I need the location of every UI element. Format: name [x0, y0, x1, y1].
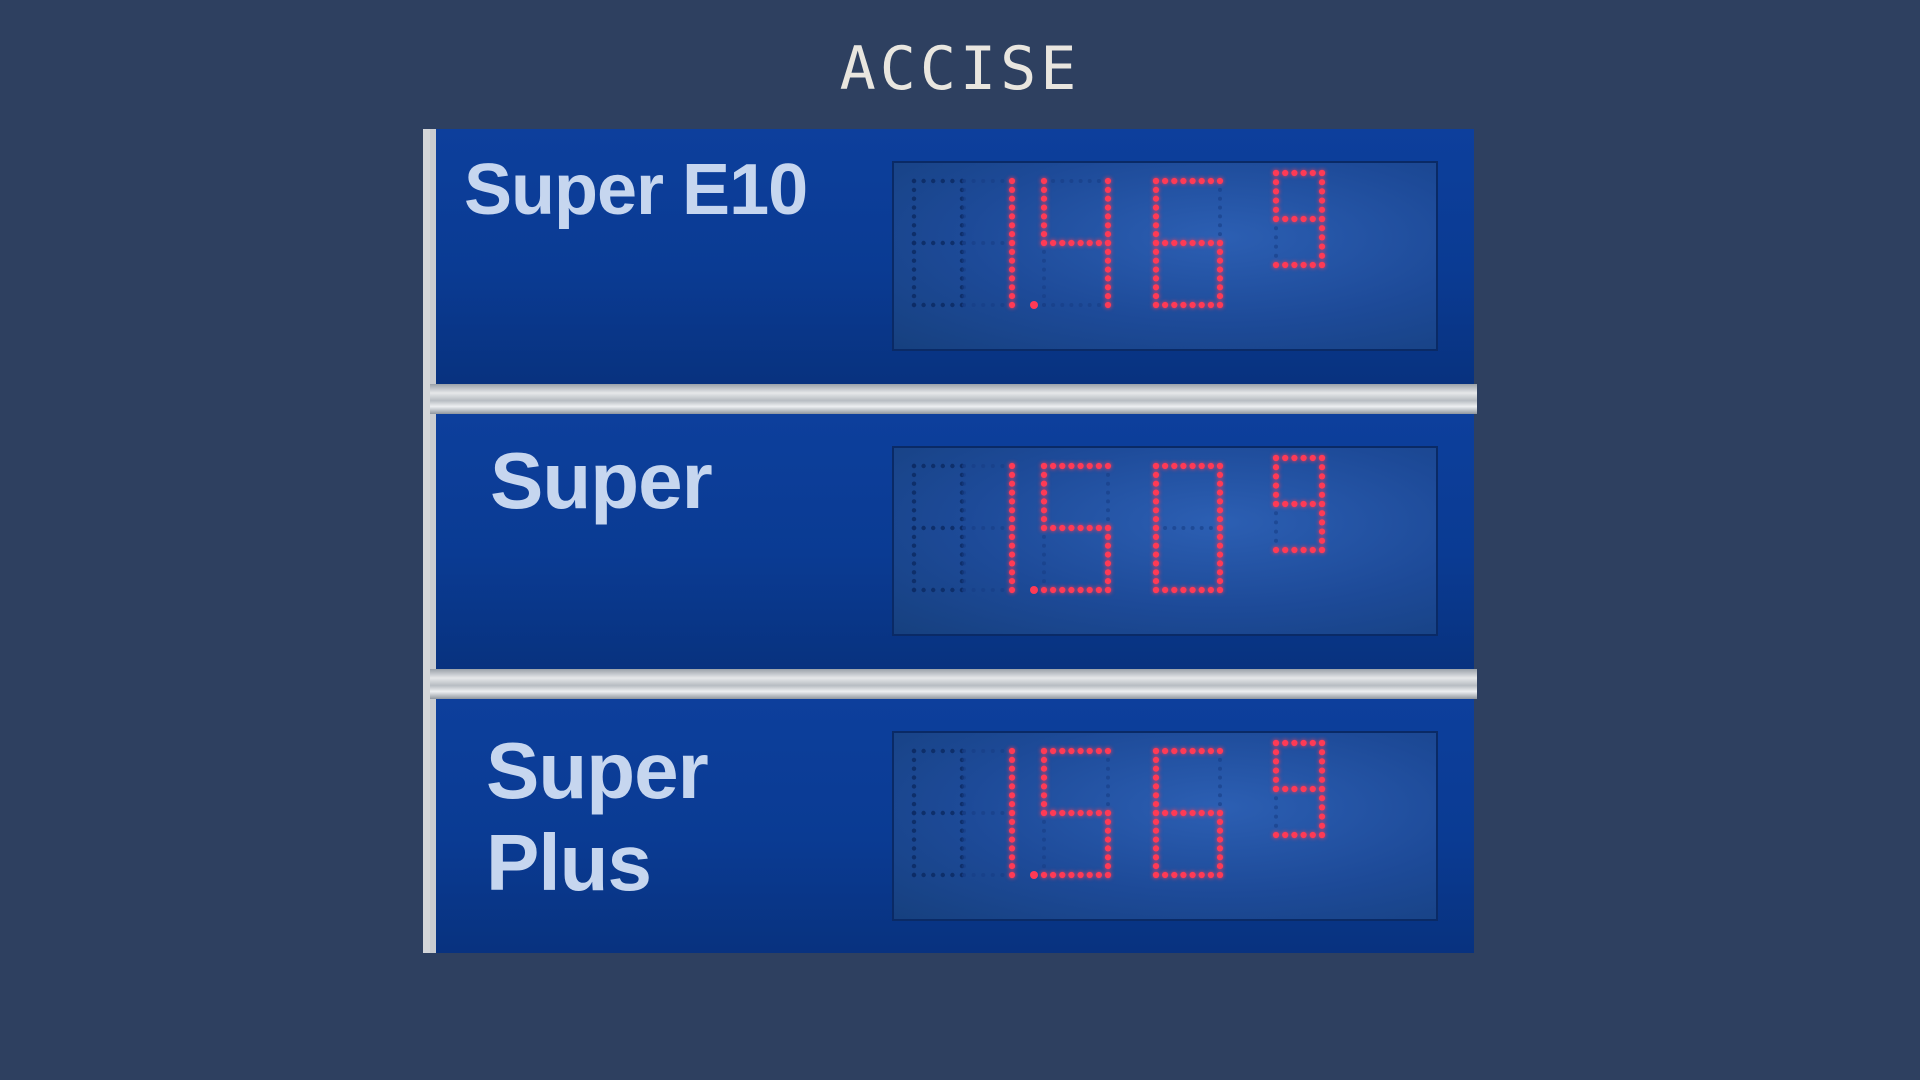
price-display-super-e10: [892, 161, 1438, 351]
led-matrix: [911, 454, 1326, 594]
led-digit: [1008, 747, 1016, 879]
led-unlit-segment: [911, 748, 965, 878]
led-digit: [1040, 177, 1112, 309]
led-unlit-segment: [1274, 171, 1324, 267]
page-title: ACCISE: [839, 34, 1081, 104]
led-unlit-segment: [1274, 741, 1324, 837]
led-unlit-segment: [911, 463, 965, 593]
led-unlit-segment: [962, 179, 1014, 307]
led-matrix: [911, 169, 1326, 309]
metal-divider: [430, 384, 1477, 414]
led-decimal-point: [1030, 301, 1038, 309]
fuel-row-super: Super: [436, 414, 1474, 669]
led-digit: [1152, 177, 1224, 309]
led-unlit-segment: [1154, 464, 1222, 592]
metal-divider: [430, 669, 1477, 699]
fuel-label-super-e10: Super E10: [464, 150, 808, 230]
fuel-row-super-e10: Super E10: [436, 129, 1474, 384]
price-display-super: [892, 446, 1438, 636]
led-digit: [1272, 739, 1326, 839]
fuel-row-super-plus: Super Plus: [436, 699, 1474, 953]
led-unlit-segment: [962, 749, 1014, 877]
fuel-label-super-plus: Super Plus: [486, 726, 709, 907]
led-decimal-point: [1030, 586, 1038, 594]
led-digit: [1008, 177, 1016, 309]
led-digit: [1272, 454, 1326, 554]
led-unlit-segment: [962, 464, 1014, 592]
fuel-price-board: Super E10 Super Super Plus: [423, 129, 1477, 953]
led-digit: [1272, 169, 1326, 269]
led-digit: [1040, 747, 1112, 879]
led-unlit-segment: [911, 178, 965, 308]
led-digit: [1008, 462, 1016, 594]
led-unlit-segment: [1274, 456, 1324, 552]
led-matrix: [911, 739, 1326, 879]
led-decimal-point: [1030, 871, 1038, 879]
led-digit: [1152, 747, 1224, 879]
led-digit: [1040, 462, 1112, 594]
fuel-label-super: Super: [490, 436, 713, 525]
page: ACCISE Super E10 Super Super Plus: [0, 0, 1920, 1080]
price-display-super-plus: [892, 731, 1438, 921]
